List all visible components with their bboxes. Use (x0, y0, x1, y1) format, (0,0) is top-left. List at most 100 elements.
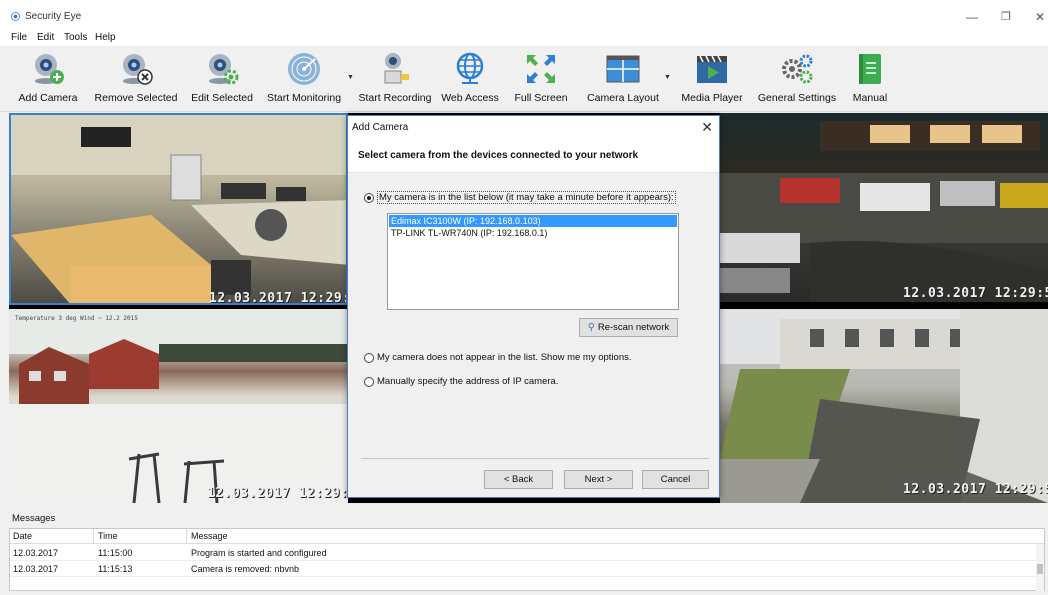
radar-icon (288, 53, 320, 85)
grid-layout-icon (606, 55, 640, 83)
camera-layout-button[interactable]: Camera Layout (584, 46, 662, 110)
row-time: 11:15:00 (98, 548, 133, 558)
camera-view-4[interactable]: 12.03.2017 12:29:53 (720, 309, 1048, 503)
layout-dropdown-arrow-icon[interactable]: ▼ (664, 74, 671, 81)
row-time: 11:15:13 (98, 564, 133, 574)
option-camera-in-list-label: My camera is in the list below (it may t… (377, 191, 676, 204)
camera-view-2[interactable]: 12.03.2017 12:29:54 (720, 113, 1048, 302)
rescan-network-button[interactable]: ⚲ Re-scan network (579, 318, 678, 337)
minimize-button[interactable]: — (962, 10, 982, 24)
option-camera-not-listed[interactable]: My camera does not appear in the list. S… (364, 352, 632, 363)
device-list-item[interactable]: Edimax IC3100W (IP: 192.168.0.103) (389, 215, 677, 227)
gears-icon (782, 54, 813, 84)
manual-label: Manual (852, 92, 888, 104)
table-row[interactable]: 12.03.2017 11:15:13 Camera is removed: n… (10, 561, 1044, 577)
messages-table[interactable]: Date Time Message 12.03.2017 11:15:00 Pr… (9, 528, 1045, 591)
remove-selected-button[interactable]: Remove Selected (91, 46, 181, 110)
monitoring-dropdown-arrow-icon[interactable]: ▼ (347, 74, 354, 81)
column-divider (186, 529, 187, 544)
radio-unselected-icon[interactable] (364, 352, 374, 363)
messages-scrollbar[interactable] (1036, 544, 1044, 591)
media-player-button[interactable]: Media Player (680, 46, 744, 110)
full-screen-label: Full Screen (514, 92, 568, 104)
office-scene-image (11, 115, 346, 303)
app-eye-icon (11, 12, 20, 21)
column-message[interactable]: Message (191, 531, 228, 541)
menu-file[interactable]: File (11, 32, 27, 43)
messages-header-row: Date Time Message (10, 529, 1044, 544)
media-player-label: Media Player (681, 92, 743, 104)
option-camera-in-list[interactable]: My camera is in the list below (it may t… (364, 191, 676, 204)
dialog-body: My camera is in the list below (it may t… (348, 172, 719, 497)
camcorder-icon (384, 53, 409, 84)
webcam-gear-icon (209, 54, 239, 85)
edit-selected-button[interactable]: Edit Selected (188, 46, 256, 110)
snowy-farm-image (9, 309, 348, 503)
magnifier-icon: ⚲ (587, 322, 595, 333)
clapperboard-play-icon (697, 55, 727, 83)
book-icon (859, 54, 881, 84)
camera-layout-label: Camera Layout (587, 92, 659, 104)
window-title: Security Eye (25, 11, 82, 22)
start-recording-label: Start Recording (358, 92, 432, 104)
webcam-add-icon (35, 54, 64, 84)
menu-tools[interactable]: Tools (64, 32, 87, 43)
general-settings-button[interactable]: General Settings (755, 46, 839, 110)
parking-lot-image (720, 121, 1048, 302)
dialog-title: Add Camera (352, 122, 409, 133)
start-monitoring-button[interactable]: Start Monitoring (264, 46, 344, 110)
column-divider (93, 529, 94, 544)
title-bar: Security Eye — ❐ ✕ (0, 0, 1048, 28)
dialog-divider (361, 458, 709, 459)
camera-1-timestamp: 12.03.2017 12:29:53 (209, 291, 346, 305)
dialog-close-button[interactable]: ✕ (701, 119, 713, 136)
manual-button[interactable]: Manual (848, 46, 892, 110)
back-button[interactable]: < Back (484, 470, 553, 489)
globe-network-icon (456, 52, 484, 84)
device-list-item[interactable]: TP-LINK TL-WR740N (IP: 192.168.0.1) (389, 227, 677, 239)
menu-edit[interactable]: Edit (37, 32, 54, 43)
edit-selected-label: Edit Selected (191, 92, 253, 104)
start-monitoring-label: Start Monitoring (266, 92, 342, 104)
full-screen-button[interactable]: Full Screen (511, 46, 571, 110)
web-access-button[interactable]: Web Access (439, 46, 501, 110)
camera-view-3[interactable]: Temperature 3 deg Wind ~ 12.2 2015 12.03… (9, 309, 348, 503)
remove-selected-label: Remove Selected (94, 92, 178, 104)
messages-panel: Messages Date Time Message 12.03.2017 11… (0, 505, 1048, 595)
camera-4-timestamp: 12.03.2017 12:29:53 (903, 482, 1048, 497)
device-list[interactable]: Edimax IC3100W (IP: 192.168.0.103) TP-LI… (387, 213, 679, 310)
start-recording-button[interactable]: Start Recording (357, 46, 433, 110)
column-date[interactable]: Date (13, 531, 32, 541)
add-camera-label: Add Camera (18, 92, 78, 104)
radio-selected-icon[interactable] (364, 192, 374, 203)
radio-unselected-icon[interactable] (364, 376, 374, 387)
cancel-button[interactable]: Cancel (642, 470, 709, 489)
messages-title: Messages (12, 513, 56, 524)
add-camera-dialog: Add Camera ✕ Select camera from the devi… (347, 115, 720, 498)
webcam-remove-icon (123, 54, 153, 85)
maximize-button[interactable]: ❐ (996, 10, 1016, 24)
next-button[interactable]: Next > (564, 470, 633, 489)
courtyard-image (720, 309, 1048, 503)
row-date: 12.03.2017 (13, 548, 59, 558)
camera-3-overlay-text: Temperature 3 deg Wind ~ 12.2 2015 (15, 315, 138, 322)
general-settings-label: General Settings (757, 92, 837, 104)
table-row[interactable]: 12.03.2017 11:15:00 Program is started a… (10, 545, 1044, 561)
close-window-button[interactable]: ✕ (1030, 10, 1048, 24)
column-time[interactable]: Time (98, 531, 118, 541)
dialog-heading: Select camera from the devices connected… (358, 150, 639, 161)
option-camera-not-listed-label: My camera does not appear in the list. S… (377, 352, 632, 363)
expand-arrows-icon (527, 55, 555, 83)
web-access-label: Web Access (441, 92, 499, 104)
row-message: Camera is removed: nbvnb (191, 564, 300, 574)
camera-2-timestamp: 12.03.2017 12:29:54 (903, 286, 1048, 301)
camera-view-1[interactable]: 12.03.2017 12:29:53 (9, 113, 348, 305)
rescan-network-label: Re-scan network (597, 322, 670, 333)
add-camera-button[interactable]: Add Camera (15, 46, 81, 110)
option-manual-address-label: Manually specify the address of IP camer… (377, 376, 559, 387)
row-date: 12.03.2017 (13, 564, 59, 574)
menu-bar: File Edit Tools Help (0, 28, 1048, 46)
option-manual-address[interactable]: Manually specify the address of IP camer… (364, 376, 558, 387)
menu-help[interactable]: Help (95, 32, 116, 43)
scrollbar-thumb[interactable] (1037, 564, 1043, 574)
